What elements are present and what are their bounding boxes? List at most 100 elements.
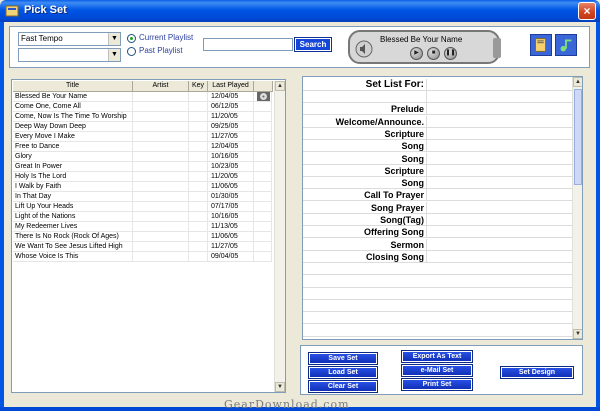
table-row[interactable]: We Want To See Jesus Lifted High 11/27/05 (13, 242, 272, 252)
song-list: Title Artist Key Last Played Blessed Be … (11, 79, 286, 393)
set-list-empty-row[interactable] (303, 312, 572, 325)
set-list-empty-row[interactable] (303, 300, 572, 313)
set-list-slot[interactable]: Offering Song (303, 226, 572, 239)
tempo-select[interactable]: Fast Tempo ▼ (18, 32, 121, 46)
stop-button[interactable]: ■ (427, 47, 440, 60)
table-row[interactable]: Glory 10/16/05 (13, 152, 272, 162)
print-set-button[interactable]: Print Set (401, 378, 473, 391)
load-set-button[interactable]: Load Set (308, 366, 378, 379)
song-title: Free to Dance (15, 142, 133, 152)
set-list-empty-row[interactable] (303, 263, 572, 276)
song-artist (134, 192, 189, 202)
set-list-slot[interactable]: Call To Prayer (303, 189, 572, 202)
table-row[interactable]: Every Move I Make 11/27/05 (13, 132, 272, 142)
set-list-slot[interactable]: Song (303, 177, 572, 190)
close-button[interactable]: × (578, 2, 596, 20)
documents-icon[interactable] (530, 34, 552, 56)
table-row[interactable]: Whose Voice Is This 09/04/05 (13, 252, 272, 262)
set-list-slot[interactable]: Song(Tag) (303, 214, 572, 226)
set-list-slot[interactable]: Scripture (303, 127, 572, 140)
table-row[interactable]: Come One, Come All 06/12/05 (13, 102, 272, 112)
export-text-button[interactable]: Export As Text (401, 350, 473, 363)
set-list-scrollbar[interactable]: ▲ ▼ (572, 77, 582, 339)
table-row[interactable]: Deep Way Down Deep 09/25/05 (13, 122, 272, 132)
table-row[interactable]: Come, Now Is The Time To Worship 11/20/05 (13, 112, 272, 122)
set-list-slot[interactable] (303, 91, 572, 103)
song-title: Light of the Nations (15, 212, 133, 222)
song-last-played: 11/27/05 (209, 132, 254, 142)
secondary-select[interactable]: ▼ (18, 48, 121, 62)
song-title: Lift Up Your Heads (15, 202, 133, 212)
set-list: Set List For: Prelude Welcome/Announce. Scr… (302, 76, 583, 340)
table-row[interactable]: Great In Power 10/23/05 (13, 162, 272, 172)
song-title: Glory (15, 152, 133, 162)
scroll-down-arrow[interactable]: ▼ (573, 329, 582, 339)
watermark: GearDownload.com (224, 398, 350, 411)
past-playlist-label: Past Playlist (139, 46, 183, 55)
title-bar[interactable]: Pick Set × (0, 0, 600, 22)
tempo-select-value: Fast Tempo (21, 34, 63, 43)
clear-set-button[interactable]: Clear Set (308, 380, 378, 393)
song-key (190, 222, 208, 232)
scroll-up-arrow[interactable]: ▲ (573, 77, 582, 87)
table-row[interactable]: I Walk by Faith 11/06/05 (13, 182, 272, 192)
column-header-key[interactable]: Key (189, 81, 208, 92)
set-list-slot[interactable]: Prelude (303, 103, 572, 116)
table-row[interactable]: Holy Is The Lord 11/20/05 (13, 172, 272, 182)
column-header-title[interactable]: Title (13, 81, 133, 92)
set-design-button[interactable]: Set Design (500, 366, 574, 379)
speaker-icon[interactable] (355, 40, 373, 58)
song-extra-cell (255, 142, 272, 152)
search-button[interactable]: Search (294, 37, 332, 52)
song-artist (134, 132, 189, 142)
table-row[interactable]: Blessed Be Your Name 12/04/05 (13, 92, 272, 102)
media-player: Blessed Be Your Name ▶ ■ ❚❚ (348, 30, 501, 64)
song-extra-cell (255, 192, 272, 202)
column-header-artist[interactable]: Artist (133, 81, 189, 92)
table-row[interactable]: Free to Dance 12/04/05 (13, 142, 272, 152)
email-set-button[interactable]: e-Mail Set (401, 364, 473, 377)
save-set-button[interactable]: Save Set (308, 352, 378, 365)
song-artist (134, 202, 189, 212)
set-list-slot[interactable]: Welcome/Announce. (303, 115, 572, 128)
scroll-up-arrow[interactable]: ▲ (275, 81, 285, 91)
song-key (190, 152, 208, 162)
play-button[interactable]: ▶ (410, 47, 423, 60)
song-extra-cell (255, 172, 272, 182)
set-list-empty-row[interactable] (303, 325, 572, 337)
scroll-thumb[interactable] (574, 89, 582, 185)
table-row[interactable]: Light of the Nations 10/16/05 (13, 212, 272, 222)
player-handle[interactable] (493, 38, 501, 58)
song-extra-cell (255, 232, 272, 242)
scroll-down-arrow[interactable]: ▼ (275, 382, 285, 392)
set-list-empty-row[interactable] (303, 276, 572, 288)
chevron-down-icon[interactable]: ▼ (108, 33, 120, 45)
set-list-slot[interactable]: Sermon (303, 238, 572, 251)
set-list-slot[interactable]: Scripture (303, 164, 572, 177)
set-list-slot[interactable]: Song (303, 140, 572, 153)
song-artist (134, 182, 189, 192)
past-playlist-radio[interactable] (127, 47, 136, 56)
set-list-slot[interactable]: Closing Song (303, 250, 572, 263)
song-last-played: 11/27/05 (209, 242, 254, 252)
chevron-down-icon[interactable]: ▼ (108, 49, 120, 61)
current-playlist-radio[interactable] (127, 34, 136, 43)
song-list-scrollbar[interactable]: ▲ ▼ (274, 81, 285, 392)
cd-icon[interactable] (257, 92, 270, 101)
table-row[interactable]: There Is No Rock (Rock Of Ages) 11/06/05 (13, 232, 272, 242)
set-list-slot[interactable]: Song Prayer (303, 201, 572, 214)
column-header-last-played[interactable]: Last Played (208, 81, 254, 92)
table-row[interactable]: My Redeemer Lives 11/13/05 (13, 222, 272, 232)
song-extra-cell (255, 122, 272, 132)
table-row[interactable]: In That Day 01/30/05 (13, 192, 272, 202)
music-notes-icon[interactable] (555, 34, 577, 56)
song-key (190, 122, 208, 132)
song-key (190, 242, 208, 252)
set-list-empty-row[interactable] (303, 288, 572, 300)
table-row[interactable]: Lift Up Your Heads 07/17/05 (13, 202, 272, 212)
song-key (190, 232, 208, 242)
song-title: Holy Is The Lord (15, 172, 133, 182)
set-list-slot[interactable]: Song (303, 152, 572, 165)
pause-button[interactable]: ❚❚ (444, 47, 457, 60)
search-input[interactable] (203, 38, 293, 51)
